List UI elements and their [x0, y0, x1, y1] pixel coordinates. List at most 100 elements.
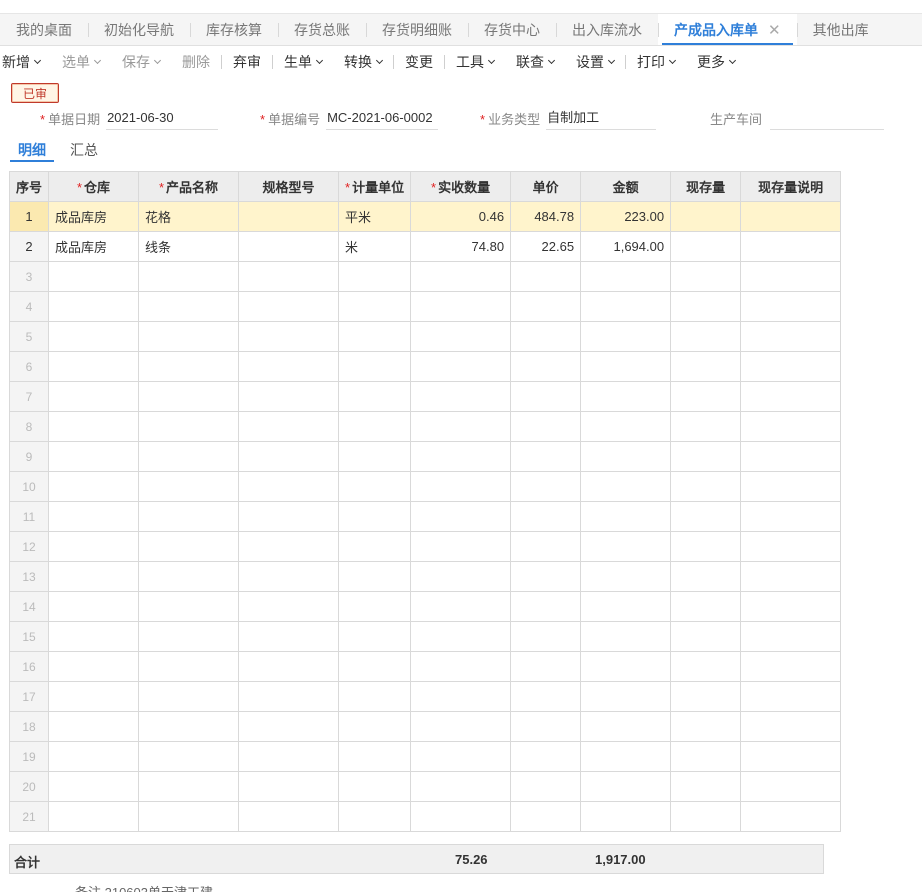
cell-unit[interactable]: [338, 531, 412, 562]
cell-unit[interactable]: [338, 561, 412, 592]
cell-unit[interactable]: [338, 261, 412, 292]
cell-stock[interactable]: [670, 531, 742, 562]
cell-stock_note[interactable]: [740, 321, 842, 352]
cell-stock[interactable]: [670, 321, 742, 352]
tab-0[interactable]: 我的桌面: [0, 14, 88, 45]
cell-qty[interactable]: [410, 621, 512, 652]
cell-product[interactable]: [138, 561, 240, 592]
cell-qty[interactable]: [410, 291, 512, 322]
cell-warehouse[interactable]: [48, 321, 140, 352]
cell-unit[interactable]: [338, 411, 412, 442]
close-icon[interactable]: ✕: [768, 21, 781, 39]
cell-stock[interactable]: [670, 231, 742, 262]
column-header[interactable]: 金额: [580, 171, 672, 202]
cell-qty[interactable]: [410, 681, 512, 712]
empty-row[interactable]: 6: [8, 351, 842, 382]
empty-row[interactable]: 21: [8, 801, 842, 832]
cell-spec[interactable]: [238, 561, 340, 592]
cell-stock[interactable]: [670, 621, 742, 652]
cell-stock_note[interactable]: [740, 441, 842, 472]
cell-product[interactable]: [138, 531, 240, 562]
cell-qty[interactable]: [410, 651, 512, 682]
cell-price[interactable]: [510, 381, 582, 412]
cell-stock[interactable]: [670, 561, 742, 592]
cell-stock_note[interactable]: [740, 471, 842, 502]
cell-product[interactable]: [138, 351, 240, 382]
cell-amount[interactable]: [580, 501, 672, 532]
cell-product[interactable]: [138, 651, 240, 682]
cell-unit[interactable]: [338, 771, 412, 802]
column-header[interactable]: * 仓库: [48, 171, 140, 202]
cell-spec[interactable]: [238, 681, 340, 712]
cell-product[interactable]: 线条: [138, 231, 240, 262]
cell-stock[interactable]: [670, 441, 742, 472]
cell-product[interactable]: [138, 321, 240, 352]
empty-row[interactable]: 9: [8, 441, 842, 472]
cell-warehouse[interactable]: [48, 561, 140, 592]
workshop-input[interactable]: [770, 106, 885, 130]
cell-stock[interactable]: [670, 381, 742, 412]
cell-spec[interactable]: [238, 591, 340, 622]
cell-price[interactable]: [510, 561, 582, 592]
cell-qty[interactable]: [410, 531, 512, 562]
toolbar-button-5[interactable]: 弃审: [222, 47, 272, 77]
cell-stock_note[interactable]: [740, 771, 842, 802]
cell-unit[interactable]: [338, 711, 412, 742]
cell-stock[interactable]: [670, 201, 742, 232]
empty-row[interactable]: 11: [8, 501, 842, 532]
cell-unit[interactable]: [338, 621, 412, 652]
cell-unit[interactable]: [338, 591, 412, 622]
cell-price[interactable]: [510, 501, 582, 532]
empty-row[interactable]: 16: [8, 651, 842, 682]
column-header[interactable]: 现存量说明: [740, 171, 842, 202]
cell-warehouse[interactable]: [48, 471, 140, 502]
tab-1[interactable]: 初始化导航: [88, 14, 190, 45]
cell-product[interactable]: [138, 411, 240, 442]
tab-7[interactable]: 产成品入库单 ✕: [658, 14, 797, 45]
cell-stock_note[interactable]: [740, 231, 842, 262]
cell-price[interactable]: [510, 441, 582, 472]
table-row[interactable]: 2 成品库房 线条 米 74.80 22.65 1,694.00: [8, 231, 842, 262]
cell-price[interactable]: [510, 291, 582, 322]
remark-field[interactable]: 备注 210603单天津工建: [75, 882, 213, 892]
cell-amount[interactable]: [580, 531, 672, 562]
cell-amount[interactable]: [580, 441, 672, 472]
toolbar-button-8[interactable]: 转换: [333, 47, 393, 77]
cell-stock_note[interactable]: [740, 291, 842, 322]
cell-stock[interactable]: [670, 471, 742, 502]
cell-amount[interactable]: [580, 741, 672, 772]
cell-stock_note[interactable]: [740, 261, 842, 292]
cell-price[interactable]: [510, 681, 582, 712]
cell-price[interactable]: [510, 771, 582, 802]
cell-amount[interactable]: [580, 321, 672, 352]
empty-row[interactable]: 12: [8, 531, 842, 562]
cell-price[interactable]: [510, 801, 582, 832]
cell-warehouse[interactable]: [48, 681, 140, 712]
cell-warehouse[interactable]: [48, 771, 140, 802]
cell-amount[interactable]: [580, 711, 672, 742]
cell-price[interactable]: [510, 711, 582, 742]
empty-row[interactable]: 8: [8, 411, 842, 442]
cell-warehouse[interactable]: [48, 501, 140, 532]
empty-row[interactable]: 3: [8, 261, 842, 292]
cell-spec[interactable]: [238, 231, 340, 262]
cell-stock_note[interactable]: [740, 711, 842, 742]
tab-8[interactable]: 其他出库: [796, 14, 885, 45]
cell-warehouse[interactable]: 成品库房: [48, 201, 140, 232]
column-header[interactable]: * 实收数量: [410, 171, 512, 202]
cell-stock_note[interactable]: [740, 351, 842, 382]
cell-unit[interactable]: [338, 651, 412, 682]
cell-stock_note[interactable]: [740, 531, 842, 562]
type-select[interactable]: 自制加工: [546, 106, 657, 130]
cell-price[interactable]: [510, 471, 582, 502]
cell-spec[interactable]: [238, 741, 340, 772]
cell-price[interactable]: [510, 741, 582, 772]
cell-product[interactable]: [138, 621, 240, 652]
cell-spec[interactable]: [238, 381, 340, 412]
column-header[interactable]: * 计量单位: [338, 171, 412, 202]
cell-stock_note[interactable]: [740, 741, 842, 772]
toolbar-button-1[interactable]: 选单: [51, 47, 111, 77]
empty-row[interactable]: 17: [8, 681, 842, 712]
cell-spec[interactable]: [238, 771, 340, 802]
cell-spec[interactable]: [238, 501, 340, 532]
